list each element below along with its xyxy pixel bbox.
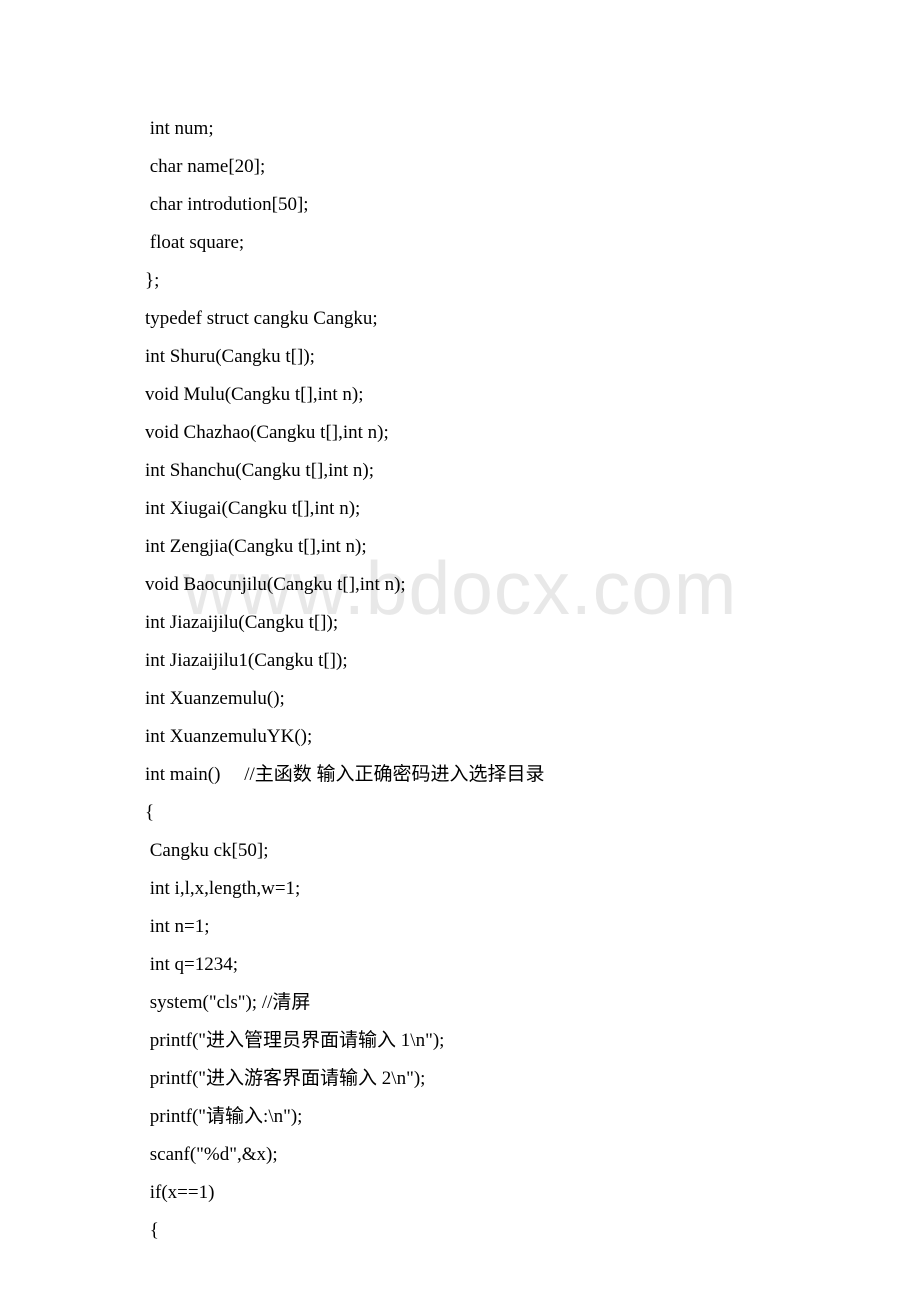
code-line: int Xiugai(Cangku t[],int n); <box>145 490 770 528</box>
code-line: }; <box>145 262 770 300</box>
code-line: int XuanzemuluYK(); <box>145 718 770 756</box>
code-line: int Shanchu(Cangku t[],int n); <box>145 452 770 490</box>
code-line: if(x==1) <box>145 1174 770 1212</box>
code-line: printf("请输入:\n"); <box>145 1098 770 1136</box>
code-line: int Zengjia(Cangku t[],int n); <box>145 528 770 566</box>
code-line: void Chazhao(Cangku t[],int n); <box>145 414 770 452</box>
code-line: char introdution[50]; <box>145 186 770 224</box>
code-line: int i,l,x,length,w=1; <box>145 870 770 908</box>
code-line: int main() //主函数 输入正确密码进入选择目录 <box>145 756 770 794</box>
code-line: printf("进入管理员界面请输入 1\n"); <box>145 1022 770 1060</box>
code-line: { <box>145 1212 770 1250</box>
code-line: printf("进入游客界面请输入 2\n"); <box>145 1060 770 1098</box>
code-line: void Baocunjilu(Cangku t[],int n); <box>145 566 770 604</box>
code-line: int Jiazaijilu1(Cangku t[]); <box>145 642 770 680</box>
code-line: float square; <box>145 224 770 262</box>
code-line: scanf("%d",&x); <box>145 1136 770 1174</box>
code-line: int Xuanzemulu(); <box>145 680 770 718</box>
code-line: int n=1; <box>145 908 770 946</box>
code-line: int Jiazaijilu(Cangku t[]); <box>145 604 770 642</box>
code-line: int num; <box>145 110 770 148</box>
code-line: int Shuru(Cangku t[]); <box>145 338 770 376</box>
code-line: system("cls"); //清屏 <box>145 984 770 1022</box>
code-line: { <box>145 794 770 832</box>
code-line: Cangku ck[50]; <box>145 832 770 870</box>
code-line: typedef struct cangku Cangku; <box>145 300 770 338</box>
code-line: int q=1234; <box>145 946 770 984</box>
code-line: void Mulu(Cangku t[],int n); <box>145 376 770 414</box>
code-line: char name[20]; <box>145 148 770 186</box>
document-content: int num; char name[20]; char introdution… <box>0 0 920 1250</box>
